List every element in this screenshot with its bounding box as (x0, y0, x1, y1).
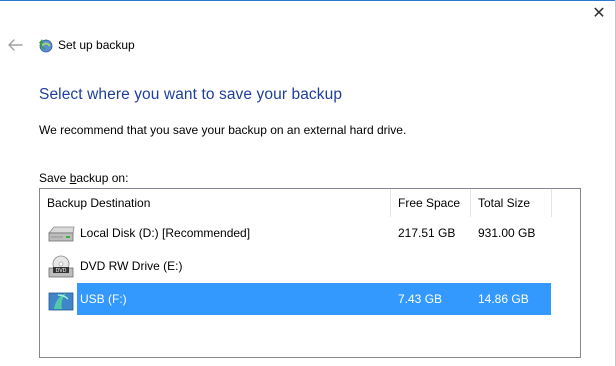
column-header-free-space[interactable]: Free Space (391, 189, 470, 217)
destination-name: USB (F:) (80, 292, 127, 306)
column-header-total-size[interactable]: Total Size (471, 189, 551, 217)
destination-name: Local Disk (D:) [Recommended] (80, 226, 251, 240)
table-row[interactable]: Local Disk (D:) [Recommended] 217.51 GB … (40, 217, 580, 249)
back-button[interactable] (6, 37, 24, 53)
destination-name: DVD RW Drive (E:) (80, 259, 183, 273)
total-size-value: 931.00 GB (478, 226, 536, 240)
dvd-drive-icon: DVD (48, 255, 74, 278)
back-arrow-icon (8, 39, 23, 51)
close-button[interactable]: ✕ (590, 5, 608, 23)
recommendation-text: We recommend that you save your backup o… (39, 123, 407, 137)
close-icon: ✕ (592, 5, 606, 22)
free-space-value: 7.43 GB (398, 292, 443, 306)
column-divider[interactable] (551, 189, 552, 217)
backup-destination-list[interactable]: Backup Destination Free Space Total Size… (39, 188, 581, 358)
save-backup-on-label: Save backup on: (39, 171, 129, 185)
window-top-border (0, 0, 616, 1)
wizard-title: Set up backup (58, 38, 135, 52)
usb-drive-icon (48, 292, 74, 311)
table-row[interactable]: DVD DVD RW Drive (E:) (40, 250, 580, 282)
total-size-value: 14.86 GB (478, 292, 529, 306)
column-header-destination[interactable]: Backup Destination (40, 189, 390, 217)
page-heading: Select where you want to save your backu… (39, 86, 343, 103)
table-row-selected[interactable]: USB (F:) 7.43 GB 14.86 GB (40, 283, 580, 315)
free-space-value: 217.51 GB (398, 226, 456, 240)
hard-disk-icon (48, 226, 75, 242)
backup-wizard-icon (39, 39, 53, 53)
svg-text:DVD: DVD (55, 268, 66, 274)
